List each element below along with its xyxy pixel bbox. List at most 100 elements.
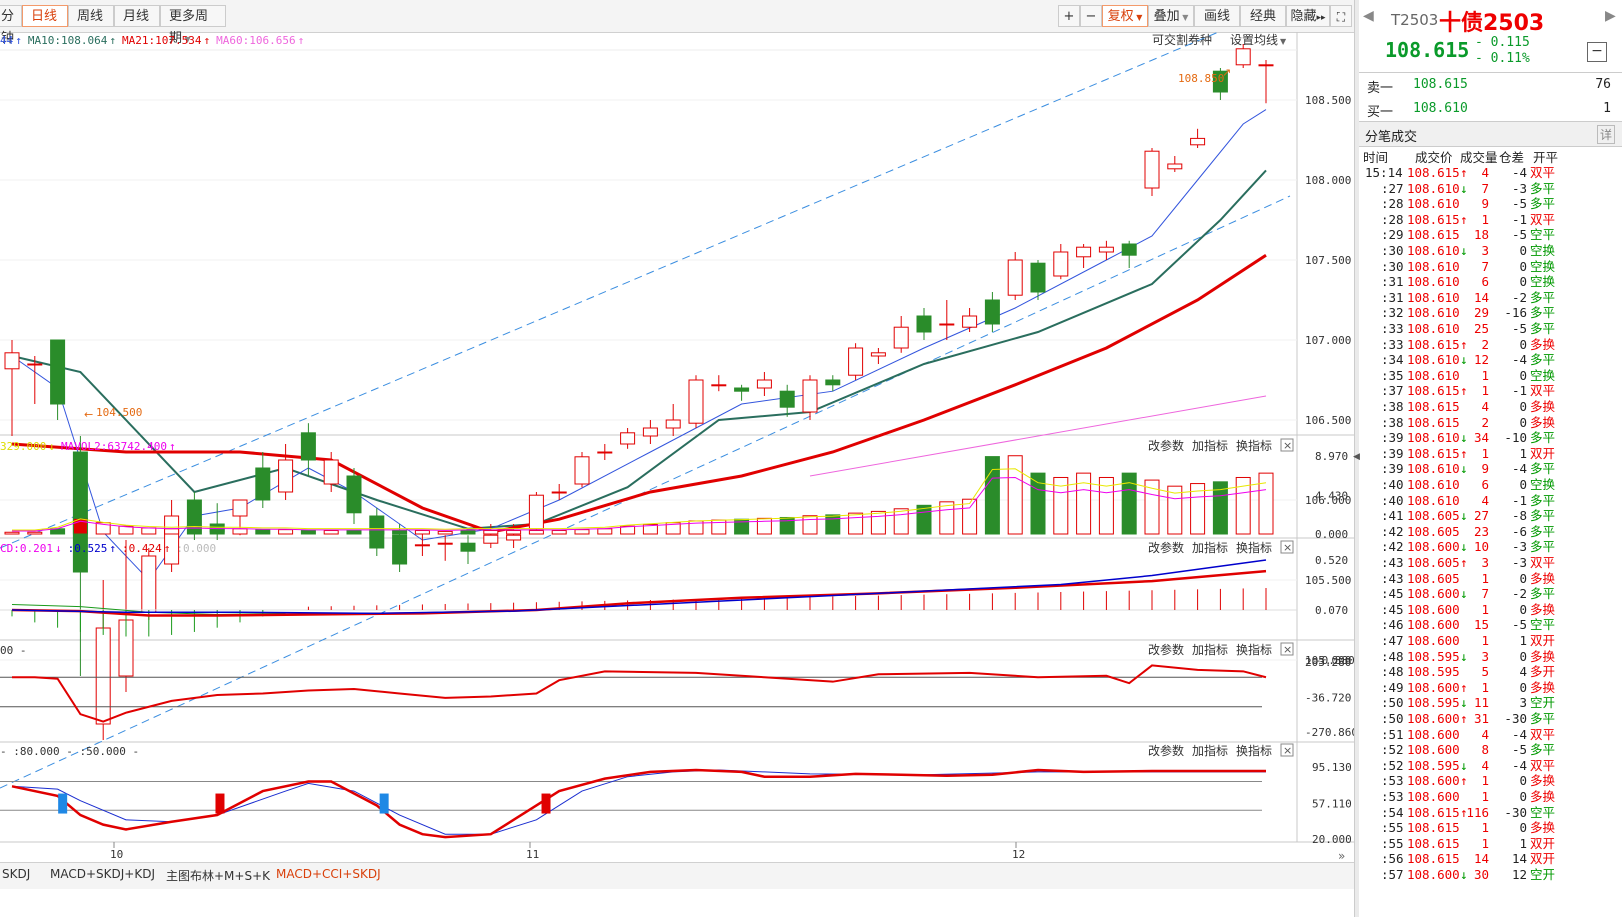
volume-tick-label: 4.430 <box>1315 489 1348 502</box>
tab-more-periods[interactable]: 更多周期 ▼ <box>160 5 226 46</box>
tick-oi-change: -5 <box>1511 617 1527 633</box>
tick-oi-change: 0 <box>1519 258 1527 274</box>
tick-oi-change: -2 <box>1511 586 1527 602</box>
template-tab-boll[interactable]: 主图布林+M+S+K <box>166 867 270 884</box>
tick-time: :51 <box>1381 726 1404 742</box>
tick-row: :34 108.610 ↓ 12 -4 多平 <box>1359 352 1622 368</box>
tick-open-close: 双开 <box>1530 851 1556 867</box>
date-tick-label: 12 <box>1012 848 1025 861</box>
deliverable-bonds-button[interactable]: 可交割券种 <box>1152 32 1212 47</box>
tick-oi-change: 0 <box>1519 648 1527 664</box>
tick-time: :39 <box>1381 445 1404 461</box>
adjust-button[interactable]: 复权 ▼ <box>1102 5 1148 27</box>
scroll-right-icon[interactable]: » <box>1338 849 1345 863</box>
arrow-down-icon: ↓ <box>1460 180 1468 196</box>
tick-oi-change: -1 <box>1511 211 1527 227</box>
template-tab-macd-cci-skdj[interactable]: MACD+CCI+SKDJ <box>276 867 381 881</box>
col-oi-change: 仓差 <box>1499 150 1525 165</box>
overlay-button[interactable]: 叠加 ▼ <box>1148 5 1194 27</box>
skdj-tick-label: 95.130 <box>1312 761 1352 774</box>
tick-open-close: 多开 <box>1530 664 1556 680</box>
tick-oi-change: 0 <box>1519 367 1527 383</box>
tab-minute[interactable]: 分钟 <box>0 5 22 46</box>
tick-open-close: 空换 <box>1530 243 1556 258</box>
tick-oi-change: 14 <box>1511 851 1527 867</box>
ticks-list[interactable]: 15:14 108.615 ↑ 4 -4 双平:27 108.610 ↓ 7 -3 多平:28 108… <box>1359 165 1622 917</box>
tick-volume: 4 <box>1481 165 1489 180</box>
ask-price: 108.615 <box>1413 77 1468 92</box>
ma-settings-button[interactable]: 设置均线 <box>1230 33 1278 47</box>
tick-volume: 1 <box>1481 367 1489 383</box>
candle-body <box>1053 251 1069 277</box>
tab-monthly[interactable]: 月线 <box>114 5 160 27</box>
tick-row: :40 108.610 6 0 空换 <box>1359 477 1622 493</box>
tick-open-close: 双开 <box>1530 835 1556 851</box>
tick-volume: 14 <box>1473 289 1489 305</box>
trend-channel <box>0 32 1291 789</box>
volume-bar <box>597 528 613 535</box>
arrow-down-icon: ↓ <box>1460 352 1468 368</box>
candle-body <box>1235 48 1251 66</box>
tick-volume: 9 <box>1481 196 1489 212</box>
collapse-icon[interactable]: ◀ <box>1353 452 1360 462</box>
zoom-out-button[interactable]: − <box>1080 5 1102 27</box>
tick-row: :53 108.600 1 0 多换 <box>1359 789 1622 805</box>
detail-button[interactable]: 详 <box>1597 125 1616 144</box>
zoom-in-button[interactable]: + <box>1058 5 1080 27</box>
candle-body <box>437 542 453 545</box>
price-change: - 0.115 <box>1475 35 1530 50</box>
prev-contract-icon[interactable]: ◀ <box>1363 8 1374 24</box>
chart-area[interactable]: 44 ↑ MA10:108.064 ↑ MA21:107.534 ↑ MA60:106.65… <box>0 32 1354 862</box>
tick-price: 108.610 <box>1407 367 1460 383</box>
candle-body <box>870 352 886 357</box>
tick-volume: 12 <box>1473 352 1489 368</box>
tick-time: :41 <box>1381 508 1404 524</box>
volume-bar <box>437 530 453 535</box>
minus-icon[interactable]: − <box>1587 42 1607 62</box>
arrow-down-icon: ↓ <box>1460 757 1468 773</box>
template-tab-skdj[interactable]: SKDJ <box>2 867 30 881</box>
tick-oi-change: 0 <box>1519 570 1527 586</box>
fullscreen-icon[interactable]: ⛶ <box>1330 5 1352 27</box>
tick-oi-change: -5 <box>1511 742 1527 758</box>
candle-body <box>164 515 180 565</box>
tick-volume: 1 <box>1481 211 1489 227</box>
switch-indicator-button: 换指标 <box>1236 642 1272 657</box>
tick-volume: 25 <box>1473 321 1489 336</box>
arrow-up-icon: ↑ <box>1460 679 1468 695</box>
tick-open-close: 双平 <box>1530 757 1556 773</box>
tick-price: 108.610 <box>1407 461 1460 477</box>
tick-oi-change: -3 <box>1511 539 1527 555</box>
tick-volume: 11 <box>1473 695 1489 711</box>
tick-row: :41 108.605 ↓ 27 -8 多平 <box>1359 508 1622 524</box>
close-icon: × <box>1283 439 1292 452</box>
panel-splitter[interactable]: ◀ <box>1353 0 1360 917</box>
tab-daily[interactable]: 日线 <box>22 5 68 27</box>
tab-weekly[interactable]: 周线 <box>68 5 114 27</box>
arrow-up-icon: ↑ <box>1460 165 1468 180</box>
draw-line-button[interactable]: 画线 <box>1194 5 1240 27</box>
tick-open-close: 双平 <box>1530 211 1556 227</box>
tick-volume: 4 <box>1481 492 1489 508</box>
candle-body <box>551 491 567 494</box>
tick-volume: 3 <box>1481 648 1489 664</box>
hide-label: 隐藏 <box>1290 9 1317 24</box>
tick-price: 108.610 <box>1407 289 1460 305</box>
tick-open-close: 多平 <box>1530 492 1556 508</box>
tick-row: 15:14 108.615 ↑ 4 -4 双平 <box>1359 165 1622 181</box>
volume-bar <box>369 530 385 535</box>
tick-price: 108.615 <box>1407 835 1460 851</box>
tick-open-close: 双平 <box>1530 383 1556 399</box>
tick-row: :43 108.605 1 0 多换 <box>1359 571 1622 587</box>
classic-button[interactable]: 经典 <box>1240 5 1286 27</box>
candle-body <box>962 315 978 328</box>
next-contract-icon[interactable]: ▶ <box>1605 8 1616 24</box>
tick-price: 108.600 <box>1407 867 1460 882</box>
tick-open-close: 空平 <box>1530 617 1556 633</box>
macd-dea-line <box>11 569 1267 617</box>
skdj-panel: 改参数 加指标 换指标 × 95.130 57.110 20.000 <box>0 743 1352 846</box>
template-tab-macd-skdj-kdj[interactable]: MACD+SKDJ+KDJ <box>50 867 155 881</box>
hide-button[interactable]: 隐藏▸▸ <box>1286 5 1330 27</box>
tick-row: :57 108.600 ↓ 30 12 空开 <box>1359 867 1622 883</box>
tick-oi-change: -1 <box>1511 383 1527 399</box>
